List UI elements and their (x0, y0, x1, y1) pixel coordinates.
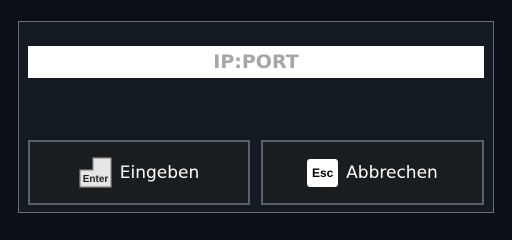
confirm-button[interactable]: Enter Eingeben (28, 140, 250, 205)
connect-dialog: Enter Eingeben Esc Abbrechen (18, 21, 494, 213)
enter-key-icon: Enter (79, 157, 112, 188)
cancel-button-label: Abbrechen (346, 162, 438, 183)
esc-key-label: Esc (311, 165, 334, 180)
confirm-button-label: Eingeben (119, 162, 200, 183)
esc-key-icon: Esc (307, 158, 339, 187)
cancel-button[interactable]: Esc Abbrechen (261, 140, 484, 205)
enter-key-label: Enter (82, 174, 108, 185)
ip-port-input[interactable] (28, 46, 484, 78)
